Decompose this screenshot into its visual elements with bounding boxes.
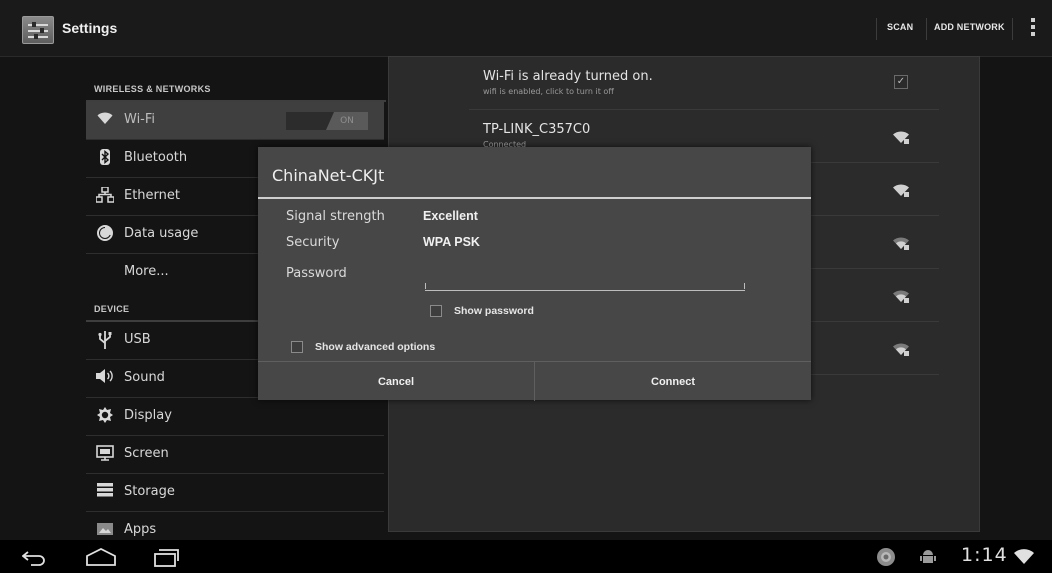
input-edge: [744, 283, 745, 289]
home-icon[interactable]: [85, 548, 117, 566]
sidebar-item-label: Display: [124, 408, 172, 423]
action-separator: [926, 18, 927, 40]
signal-strength-value: Excellent: [423, 209, 478, 223]
scan-button[interactable]: SCAN: [887, 22, 913, 32]
section-header-device: DEVICE: [94, 304, 130, 314]
show-advanced-checkbox[interactable]: [291, 341, 303, 353]
action-separator: [876, 18, 877, 40]
wifi-toggle[interactable]: ON: [286, 112, 368, 130]
wifi-signal-icon: [893, 290, 909, 303]
screen-icon: [96, 445, 114, 463]
bluetooth-icon: [96, 149, 114, 167]
back-icon[interactable]: [22, 550, 46, 566]
data-usage-icon: [96, 225, 114, 243]
sidebar-item-label: Bluetooth: [124, 150, 188, 165]
sidebar-item-label: Wi-Fi: [124, 112, 156, 127]
section-header-wireless: WIRELESS & NETWORKS: [94, 84, 211, 94]
recent-apps-icon[interactable]: [153, 548, 179, 568]
sidebar-item-wifi[interactable]: Wi-Fi ON: [86, 102, 384, 140]
connect-button[interactable]: Connect: [535, 362, 811, 401]
action-bar: Settings SCAN ADD NETWORK: [0, 0, 1052, 57]
security-label: Security: [286, 235, 340, 250]
usb-icon: [96, 331, 114, 349]
network-ssid: TP-LINK_C357C0: [483, 122, 591, 137]
wifi-signal-icon: [893, 343, 909, 356]
sidebar-item-label: Apps: [124, 522, 157, 537]
settings-icon[interactable]: [22, 16, 54, 44]
dialog-button-bar: Cancel Connect: [258, 361, 811, 401]
wifi-enabled-checkbox[interactable]: ✓: [894, 75, 908, 89]
sidebar-item-storage[interactable]: Storage: [86, 474, 384, 512]
input-edge: [425, 283, 426, 289]
wifi-signal-icon: [893, 237, 909, 250]
ethernet-icon: [95, 186, 115, 205]
display-icon: [96, 407, 114, 425]
sidebar-item-display[interactable]: Display: [86, 398, 384, 436]
wifi-status-row[interactable]: Wi-Fi is already turned on. wifi is enab…: [469, 57, 939, 110]
wifi-status-subtitle: wifi is enabled, click to turn it off: [483, 87, 614, 96]
wifi-signal-icon: [1014, 549, 1034, 564]
password-input[interactable]: [425, 268, 745, 291]
sidebar-item-label: Screen: [124, 446, 169, 461]
app-title: Settings: [62, 20, 118, 36]
sidebar-item-label: More...: [124, 264, 169, 279]
wifi-signal-icon: [893, 184, 909, 197]
apps-icon: [96, 521, 114, 539]
sidebar-item-apps[interactable]: Apps: [86, 512, 384, 540]
password-label: Password: [286, 266, 347, 281]
wifi-signal-icon: [893, 131, 909, 144]
sidebar-item-label: USB: [124, 332, 151, 347]
sidebar-item-label: Storage: [124, 484, 175, 499]
dialog-title-divider: [258, 197, 811, 199]
cancel-button[interactable]: Cancel: [258, 362, 534, 401]
sidebar-item-screen[interactable]: Screen: [86, 436, 384, 474]
action-separator: [1012, 18, 1013, 40]
overflow-menu-icon[interactable]: [1031, 18, 1035, 38]
show-password-label: Show password: [454, 305, 534, 317]
wifi-toggle-state: ON: [326, 112, 368, 130]
storage-icon: [96, 483, 114, 501]
status-clock: 1:14: [961, 544, 1008, 566]
notification-icon[interactable]: [876, 547, 896, 567]
show-advanced-label: Show advanced options: [315, 341, 436, 353]
android-debug-icon[interactable]: [919, 548, 937, 566]
signal-strength-label: Signal strength: [286, 209, 385, 224]
dialog-title: ChinaNet-CKJt: [272, 166, 385, 185]
sidebar-item-label: Sound: [124, 370, 165, 385]
wifi-connect-dialog: ChinaNet-CKJt Signal strength Excellent …: [258, 147, 811, 401]
wifi-status-title: Wi-Fi is already turned on.: [483, 69, 653, 84]
wifi-icon: [96, 111, 114, 129]
security-value: WPA PSK: [423, 235, 480, 249]
add-network-button[interactable]: ADD NETWORK: [934, 22, 1005, 32]
show-password-checkbox[interactable]: [430, 305, 442, 317]
sidebar-item-label: Data usage: [124, 226, 199, 241]
sound-icon: [96, 369, 114, 387]
sidebar-item-label: Ethernet: [124, 188, 180, 203]
navigation-bar: 1:14: [0, 540, 1052, 573]
